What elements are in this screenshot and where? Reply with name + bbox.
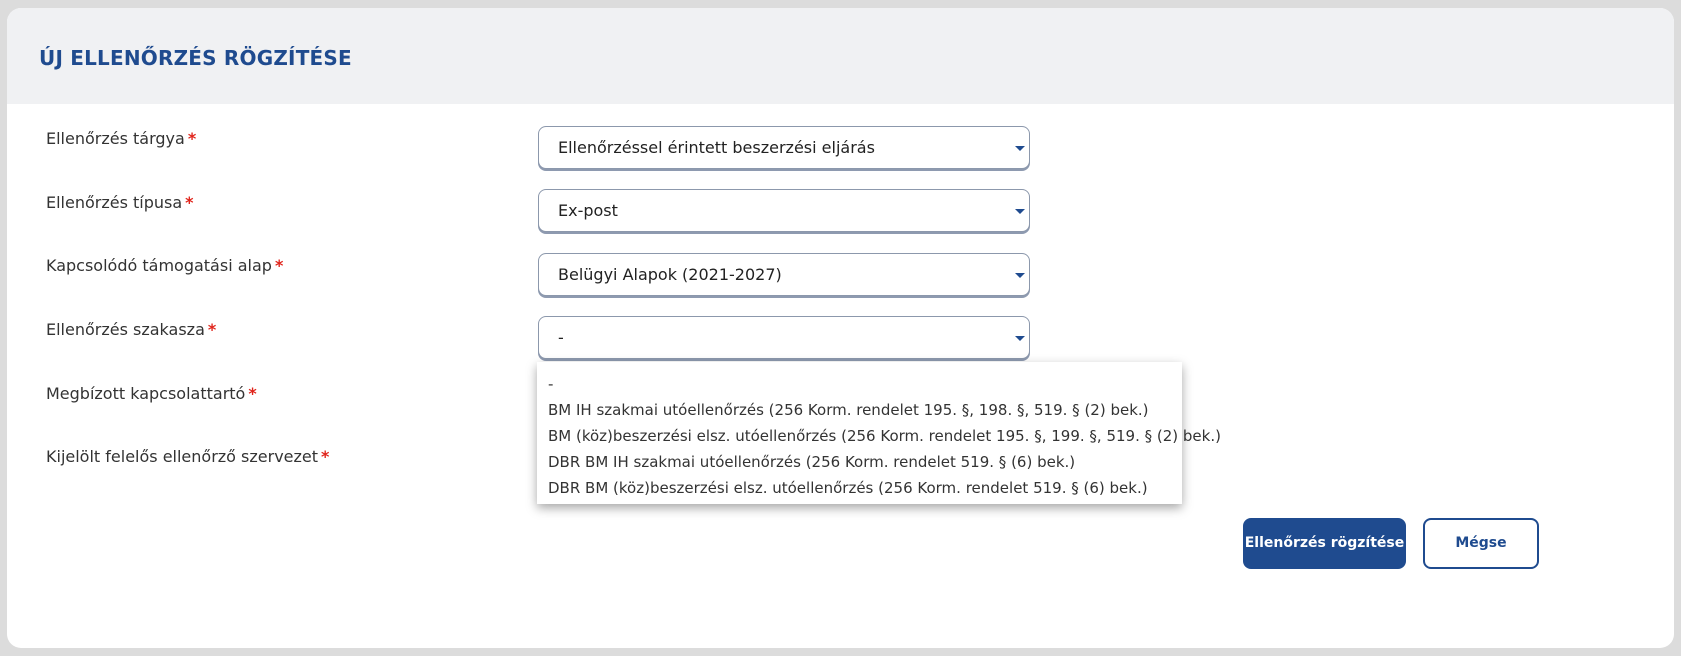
field-label-subject: Ellenőrzés tárgya * <box>46 129 196 148</box>
dropdown-option[interactable]: BM (köz)beszerzési elsz. utóellenőrzés (… <box>537 423 1221 449</box>
field-label-contact: Megbízott kapcsolattartó * <box>46 384 257 403</box>
field-label-fund: Kapcsolódó támogatási alap * <box>46 256 283 275</box>
select-phase-value: - <box>558 328 564 347</box>
select-phase[interactable]: - <box>538 316 1030 359</box>
field-label-type-text: Ellenőrzés típusa <box>46 193 183 212</box>
required-marker: * <box>274 256 284 275</box>
dropdown-option[interactable]: DBR BM (köz)beszerzési elsz. utóellenőrz… <box>537 475 1182 501</box>
required-marker: * <box>321 447 330 466</box>
select-fund[interactable]: Belügyi Alapok (2021-2027) <box>538 253 1030 296</box>
field-label-organization: Kijelölt felelős ellenőrző szervezet * <box>46 447 329 466</box>
required-marker: * <box>248 384 257 403</box>
phase-dropdown-list: - BM IH szakmai utóellenőrzés (256 Korm.… <box>537 362 1221 504</box>
select-type[interactable]: Ex-post <box>538 189 1030 232</box>
dialog-title: ÚJ ELLENŐRZÉS RÖGZÍTÉSE <box>39 46 352 70</box>
chevron-down-icon <box>1015 336 1025 341</box>
select-subject-value: Ellenőrzéssel érintett beszerzési eljárá… <box>558 138 875 157</box>
dropdown-option[interactable]: - <box>537 371 1182 397</box>
field-label-phase-text: Ellenőrzés szakasza <box>46 320 205 339</box>
cancel-button[interactable]: Mégse <box>1423 518 1539 569</box>
dropdown-option[interactable]: BM IH szakmai utóellenőrzés (256 Korm. r… <box>537 397 1182 423</box>
required-marker: * <box>187 129 197 148</box>
dialog-header: ÚJ ELLENŐRZÉS RÖGZÍTÉSE <box>7 8 1674 104</box>
required-marker: * <box>185 193 194 212</box>
chevron-down-icon <box>1015 209 1025 214</box>
select-fund-value: Belügyi Alapok (2021-2027) <box>558 265 782 284</box>
submit-inspection-button[interactable]: Ellenőrzés rögzítése <box>1243 518 1406 569</box>
field-label-phase: Ellenőrzés szakasza * <box>46 320 216 339</box>
field-label-type: Ellenőrzés típusa * <box>46 193 194 212</box>
field-label-fund-text: Kapcsolódó támogatási alap <box>46 256 272 275</box>
required-marker: * <box>207 320 217 339</box>
field-label-contact-text: Megbízott kapcsolattartó <box>46 384 246 403</box>
select-type-value: Ex-post <box>558 201 618 220</box>
chevron-down-icon <box>1015 273 1025 278</box>
dialog-card: ÚJ ELLENŐRZÉS RÖGZÍTÉSE Ellenőrzés tárgy… <box>7 8 1674 648</box>
dropdown-option[interactable]: DBR BM IH szakmai utóellenőrzés (256 Kor… <box>537 449 1182 475</box>
select-subject[interactable]: Ellenőrzéssel érintett beszerzési eljárá… <box>538 126 1030 169</box>
field-label-organization-text: Kijelölt felelős ellenőrző szervezet <box>46 447 319 466</box>
chevron-down-icon <box>1015 146 1025 151</box>
field-label-subject-text: Ellenőrzés tárgya <box>46 129 185 148</box>
